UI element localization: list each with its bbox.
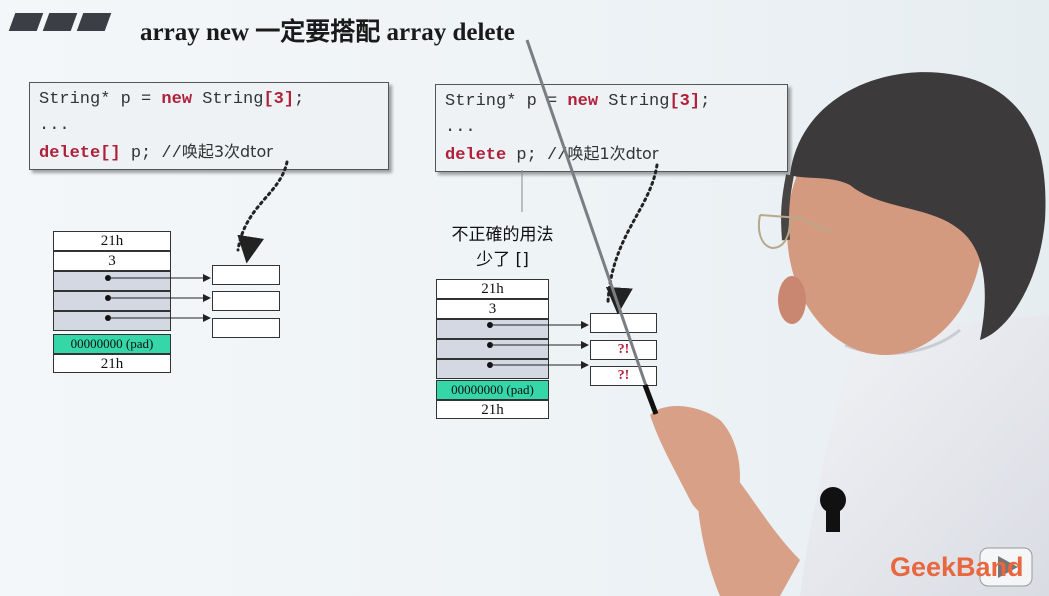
left-dtor-dotted-arrow — [236, 160, 289, 264]
presenter — [650, 72, 1049, 596]
left-pointer-arrows — [105, 274, 211, 322]
geekband-logo: GeekBand — [890, 552, 1024, 582]
right-dtor-dotted-arrow — [605, 163, 659, 315]
right-pointer-arrows — [487, 321, 589, 369]
diagram-overlay — [105, 39, 1049, 596]
teaching-pointer — [525, 39, 657, 413]
